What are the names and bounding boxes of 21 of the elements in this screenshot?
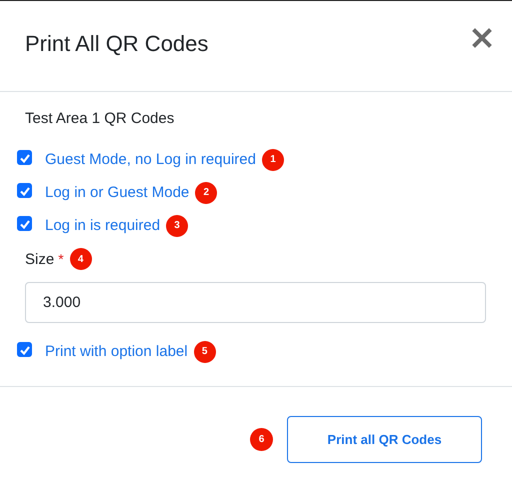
required-mark: *: [58, 251, 64, 267]
option-label[interactable]: Print with option label: [45, 343, 188, 360]
checkbox[interactable]: [17, 183, 32, 198]
number-badge: 3: [166, 214, 188, 236]
section-title: Test Area 1 QR Codes: [25, 110, 176, 127]
number-badge: 5: [194, 340, 216, 362]
number-badge: 1: [262, 148, 284, 170]
option-label[interactable]: Log in or Guest Mode: [45, 184, 190, 201]
close-icon[interactable]: [472, 28, 492, 48]
checkbox[interactable]: [17, 150, 32, 165]
number-badge: 6: [250, 428, 273, 451]
dialog-title: Print All QR Codes: [25, 31, 208, 57]
checkbox[interactable]: [17, 216, 32, 231]
size-label: Size: [25, 250, 54, 268]
option-label[interactable]: Log in is required: [45, 217, 160, 234]
print-button[interactable]: Print all QR Codes: [287, 416, 482, 463]
checkbox[interactable]: [17, 342, 32, 357]
size-input[interactable]: 3.000: [25, 282, 486, 323]
number-badge: 2: [195, 182, 218, 204]
number-badge: 4: [70, 248, 92, 270]
option-label[interactable]: Guest Mode, no Log in required: [45, 151, 256, 168]
